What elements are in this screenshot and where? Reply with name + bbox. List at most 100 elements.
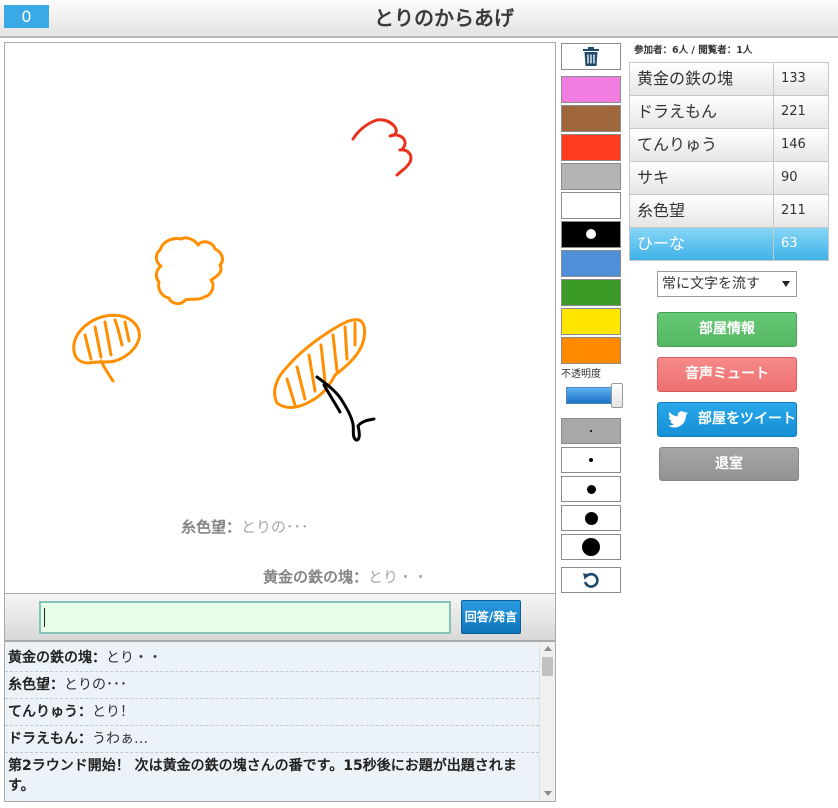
scroll-down-arrow-icon[interactable]	[544, 791, 552, 796]
player-row: 糸色望 211	[630, 195, 828, 228]
chat-message-text: とり・・	[106, 650, 162, 666]
brush-dot-icon	[590, 430, 592, 432]
chat-message-author: てんりゅう	[8, 704, 78, 720]
brush-dot-icon	[589, 458, 593, 462]
player-row: サキ 90	[630, 162, 828, 195]
chat-message-author: 糸色望	[8, 677, 50, 693]
player-name: 糸色望	[630, 195, 774, 227]
chat-log[interactable]: 黄金の鉄の塊：とり・・ 糸色望：とりの･･･ てんりゅう：とり！ ドラえもん：う…	[4, 641, 556, 802]
flowing-message-author: 黄金の鉄の塊	[263, 568, 354, 586]
brush-size-extra-large[interactable]	[561, 534, 621, 560]
flowing-message-text: とりの･･･	[241, 518, 309, 536]
trash-icon	[583, 47, 599, 66]
player-row: てんりゅう 146	[630, 129, 828, 162]
player-name: ドラえもん	[630, 96, 774, 128]
drawing-stroke-leaf-small	[72, 313, 141, 383]
color-swatch-brown[interactable]	[561, 105, 621, 132]
flowing-message-text: とり・・	[368, 568, 429, 586]
opacity-slider[interactable]	[566, 383, 623, 408]
my-score-badge: 0	[4, 5, 49, 28]
color-swatch-green[interactable]	[561, 279, 621, 306]
chat-message-separator: ：	[78, 731, 92, 747]
flowing-message-separator: ：	[226, 518, 242, 536]
player-row: 黄金の鉄の塊 133	[630, 63, 828, 96]
drawing-layer	[72, 118, 413, 442]
player-name: てんりゅう	[630, 129, 774, 161]
chat-message-author: ドラえもん	[8, 731, 78, 747]
color-swatch-white[interactable]	[561, 192, 621, 219]
scroll-up-arrow-icon[interactable]	[544, 646, 552, 651]
brush-dot-icon	[584, 511, 598, 525]
flowing-message: 黄金の鉄の塊：とり・・	[263, 568, 428, 586]
brush-size-small[interactable]	[561, 447, 621, 473]
tweet-room-button[interactable]: 部屋をツイート	[657, 402, 797, 437]
opacity-label: 不透明度	[561, 369, 601, 380]
color-swatch-orange[interactable]	[561, 337, 621, 364]
player-row: ドラえもん 221	[630, 96, 828, 129]
drawing-canvas[interactable]: 糸色望：とりの･･･ 黄金の鉄の塊：とり・・	[4, 42, 556, 594]
player-row: ひーな 63	[630, 228, 828, 261]
chat-scrollbar[interactable]	[539, 642, 555, 801]
player-name: サキ	[630, 162, 774, 194]
drawing-stroke-leaf-large	[273, 318, 367, 409]
drawing-stroke-cloud	[154, 236, 224, 306]
color-swatch-gray[interactable]	[561, 163, 621, 190]
chat-message-separator: ：	[92, 650, 106, 666]
submit-answer-button[interactable]: 回答/発言	[461, 600, 521, 634]
chevron-down-icon	[782, 281, 790, 287]
undo-button[interactable]	[561, 567, 621, 593]
color-swatch-yellow[interactable]	[561, 308, 621, 335]
player-score: 211	[781, 203, 806, 218]
player-score: 133	[781, 71, 806, 86]
brush-size-large[interactable]	[561, 505, 621, 531]
room-info-button[interactable]: 部屋情報	[657, 312, 797, 347]
chat-message: 黄金の鉄の塊：とり・・	[5, 645, 539, 672]
flowing-message-author: 糸色望	[181, 518, 227, 536]
chat-message-author: 黄金の鉄の塊	[8, 650, 92, 666]
opacity-slider-fill	[567, 388, 617, 403]
scrollbar-thumb[interactable]	[542, 657, 553, 676]
answer-bar: 回答/発言	[4, 594, 556, 641]
flowing-message-separator: ：	[353, 568, 369, 586]
chat-message: 糸色望：とりの･･･	[5, 672, 539, 699]
undo-icon	[583, 572, 599, 588]
player-name: 黄金の鉄の塊	[630, 63, 774, 95]
player-score: 90	[781, 170, 798, 185]
chat-message-list: 黄金の鉄の塊：とり・・ 糸色望：とりの･･･ てんりゅう：とり！ ドラえもん：う…	[5, 645, 539, 796]
chat-message: ドラえもん：うわぁ…	[5, 726, 539, 753]
player-score: 221	[781, 104, 806, 119]
system-message: 第2ラウンド開始！ 次は黄金の鉄の塊さんの番です。15秒後にお題が出題されます。	[8, 758, 517, 794]
brush-dot-icon	[586, 484, 596, 494]
clear-canvas-button[interactable]	[561, 43, 621, 70]
brush-size-medium[interactable]	[561, 476, 621, 502]
text-flow-select-value: 常に文字を流す	[662, 276, 760, 292]
color-swatch-black[interactable]	[561, 221, 621, 248]
color-swatch-red[interactable]	[561, 134, 621, 161]
player-score: 63	[781, 236, 798, 251]
leave-room-button[interactable]: 退室	[659, 447, 799, 481]
tweet-room-label: 部屋をツイート	[698, 411, 796, 427]
player-score: 146	[781, 137, 806, 152]
flowing-message: 糸色望：とりの･･･	[181, 518, 309, 536]
drawing-stroke-black	[315, 375, 376, 442]
text-flow-select[interactable]: 常に文字を流す	[657, 271, 797, 297]
brush-dot-icon	[582, 538, 600, 556]
mute-sound-button[interactable]: 音声ミュート	[657, 357, 797, 392]
text-caret	[44, 608, 45, 627]
chat-message-separator: ：	[50, 677, 64, 693]
chat-message-text: とり！	[92, 704, 134, 720]
chat-message-separator: ：	[78, 704, 92, 720]
chat-message: てんりゅう：とり！	[5, 699, 539, 726]
player-scoreboard: 黄金の鉄の塊 133 ドラえもん 221 てんりゅう 146 サキ 90 糸色望 211 …	[629, 62, 829, 261]
chat-message-text: うわぁ…	[92, 731, 148, 747]
opacity-slider-handle[interactable]	[611, 383, 623, 408]
brush-size-extra-small[interactable]	[561, 418, 621, 444]
room-title: とりのからあげ	[374, 6, 514, 30]
color-swatch-pink[interactable]	[561, 76, 621, 103]
answer-input[interactable]	[39, 601, 451, 634]
color-swatch-blue[interactable]	[561, 250, 621, 277]
chat-message-text: とりの･･･	[64, 677, 127, 693]
twitter-bird-icon	[668, 411, 688, 428]
participant-counts: 参加者：6人 / 閲覧者：1人	[634, 45, 753, 56]
drawing-stroke-red	[351, 118, 413, 177]
